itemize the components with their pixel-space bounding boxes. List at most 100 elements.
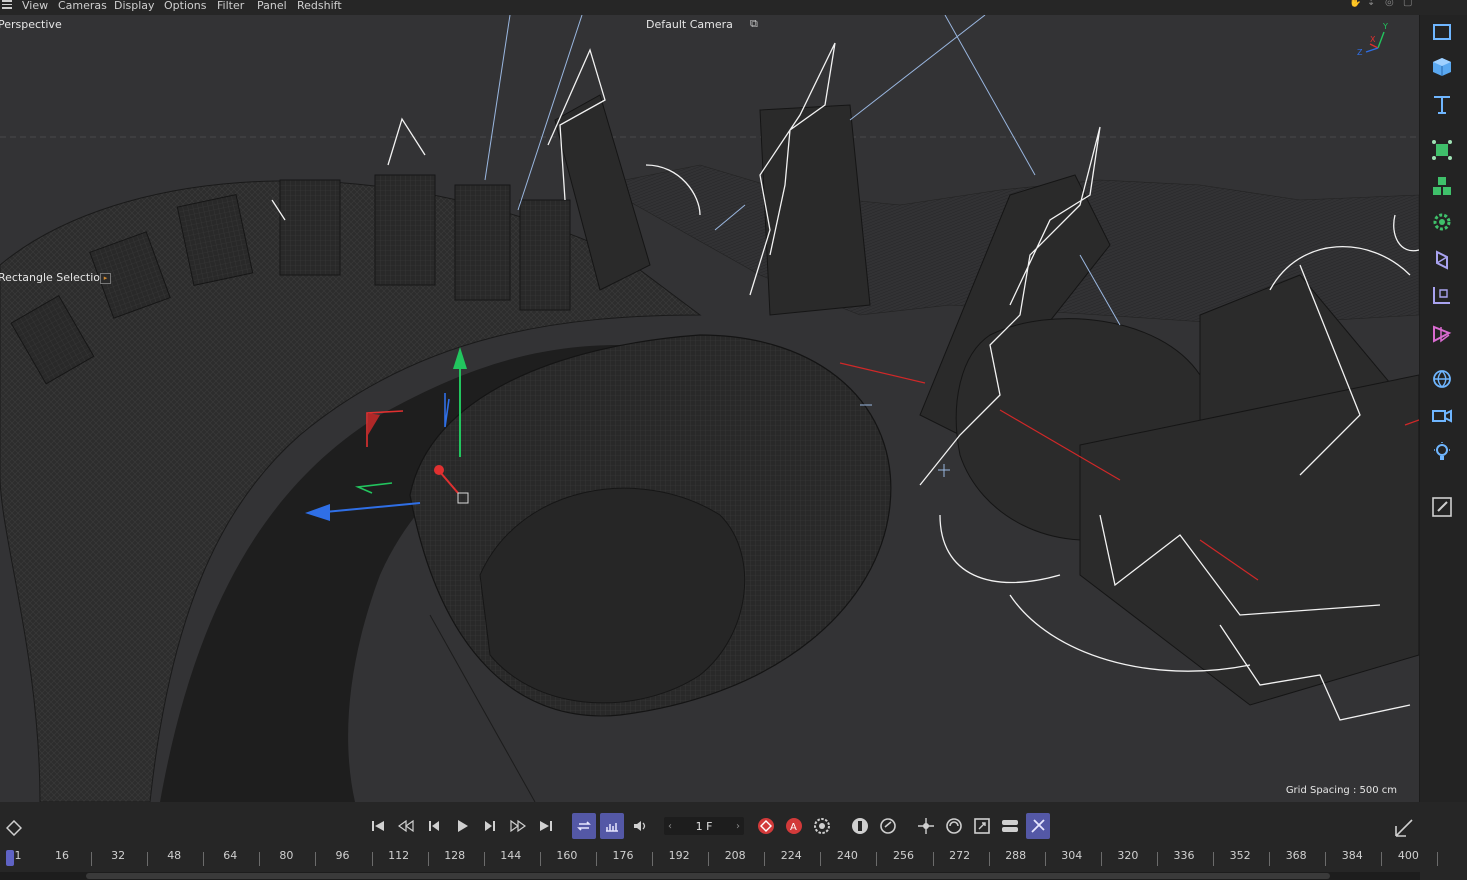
motion-mode-icon[interactable] [876,813,900,839]
previous-key-button[interactable] [394,813,418,839]
key-pla-icon[interactable] [1026,813,1050,839]
timeline-tick-mark [932,852,934,866]
timeline-tick-label: 80 [279,849,294,862]
previous-frame-button[interactable] [422,813,446,839]
timeline-tick-label: 176 [612,849,634,862]
timeline-tick-mark [1044,852,1046,866]
timeline-tick-mark [1325,852,1327,866]
cube-icon[interactable] [1428,53,1456,81]
axis-orientation-icon: Y X Z [1357,22,1388,57]
timeline-tick-label: 48 [167,849,182,862]
timeline-tick-mark [876,852,878,866]
timeline-tick-mark [595,852,597,866]
timeline-tick-mark [708,852,710,866]
timeline-tick-mark [483,852,485,866]
menu-filter[interactable]: Filter [217,0,244,11]
field-icon[interactable] [1428,246,1456,274]
generator-icon[interactable] [1428,136,1456,164]
tool-name-label: Rectangle Selection [0,271,107,284]
go-to-end-button[interactable] [534,813,558,839]
active-camera-label[interactable]: Default Camera [646,18,733,31]
gear-deformer-icon[interactable] [1428,208,1456,236]
menu-cameras[interactable]: Cameras [58,0,107,11]
timeline-tick-label: 272 [949,849,971,862]
brush-icon[interactable] [1428,493,1456,521]
menu-view[interactable]: View [22,0,48,11]
grid-spacing-readout: Grid Spacing : 500 cm [1285,785,1397,796]
timeline-tick-label: 144 [500,849,522,862]
timeline-tick-label: 304 [1061,849,1083,862]
timeline-scrollbar-thumb[interactable] [86,873,1330,879]
key-position-icon[interactable] [914,813,938,839]
go-to-start-button[interactable] [366,813,390,839]
camera-link-icon[interactable]: ⧉ [750,17,764,30]
timeline-tick-mark [259,852,261,866]
keyframe-settings-icon[interactable] [810,813,834,839]
frame-decrement-icon[interactable]: ‹ [668,821,672,832]
frame-rate-button[interactable] [600,813,624,839]
timeline-tick-mark [203,852,205,866]
current-frame-value[interactable]: 1 F [696,820,713,833]
menu-panel[interactable]: Panel [257,0,287,11]
maximize-view-icon[interactable]: ▢ [1403,0,1417,8]
key-selection-icon[interactable] [848,813,872,839]
timeline-tick-mark [1100,852,1102,866]
light-icon[interactable] [1428,438,1456,466]
next-key-button[interactable] [506,813,530,839]
timeline-tick-label: 384 [1341,849,1363,862]
timeline-tick-mark [1213,852,1214,866]
rotate-view-icon[interactable]: ◎ [1385,0,1399,8]
timeline-tick-mark [988,852,990,866]
menu-redshift[interactable]: Redshift [297,0,342,11]
timeline-tick-label: 256 [893,849,914,862]
menu-options[interactable]: Options [164,0,206,11]
hair-icon[interactable] [1428,320,1456,348]
key-parameter-icon[interactable] [998,813,1022,839]
timeline-tick-label: 160 [556,849,578,862]
timeline-tick-label: 96 [335,849,350,862]
view-window-icon[interactable] [1428,18,1456,46]
record-keyframe-button[interactable] [754,813,778,839]
timeline-tick-mark [764,852,766,866]
scene-render[interactable] [0,15,1419,802]
timeline-tick-label: 16 [55,849,69,862]
play-button[interactable] [450,813,474,839]
pan-hand-icon[interactable]: ✋ [1349,0,1363,8]
viewport-perspective[interactable]: Perspective Default Camera ⧉ Rectangle S… [0,15,1420,802]
key-rotation-icon[interactable] [942,813,966,839]
timeline-tick-mark [315,852,317,866]
timeline-tick-mark [91,852,92,866]
axis-x-label: X [1370,35,1376,44]
sound-icon[interactable] [628,813,652,839]
timeline-tick-mark [652,852,653,866]
timeline-tick-label: 128 [444,849,466,862]
loop-toggle-button[interactable] [572,813,596,839]
timeline-ruler[interactable]: 1 16 32 48 64 80 96 112 128 144 160 176 192 208 224 240… [0,848,1439,870]
cloner-icon[interactable] [1428,172,1456,200]
text-icon[interactable] [1428,90,1456,118]
timeline-tick-mark [147,852,149,866]
key-scale-icon[interactable] [970,813,994,839]
spline-icon[interactable] [1428,281,1456,309]
environment-icon[interactable] [1428,365,1456,393]
current-frame-field[interactable]: ‹ 1 F › [664,817,744,835]
transport-controls: ‹ 1 F › A [0,813,1467,843]
timeline-tick-mark [1437,852,1439,866]
timeline-tick-label: 112 [388,849,410,862]
menu-display[interactable]: Display [114,0,155,11]
frame-increment-icon[interactable]: › [736,821,740,832]
timeline-tick-label: 64 [223,849,238,862]
autokey-button[interactable]: A [782,813,806,839]
svg-text:A: A [790,822,797,833]
move-down-icon[interactable]: ⇣ [1367,0,1381,8]
timeline-tick-label: 192 [668,849,690,862]
timeline-playhead[interactable] [6,850,14,866]
viewport-view-label[interactable]: Perspective [0,18,62,31]
camera-icon[interactable] [1428,402,1456,430]
timeline-tick-mark [371,852,373,866]
next-frame-button[interactable] [478,813,502,839]
tool-options-arrow-icon[interactable]: ▸ [100,273,111,284]
timeline-tick-label: 224 [780,849,802,862]
hamburger-menu-icon[interactable] [2,0,12,9]
f-curve-graph-icon[interactable] [1394,818,1414,838]
